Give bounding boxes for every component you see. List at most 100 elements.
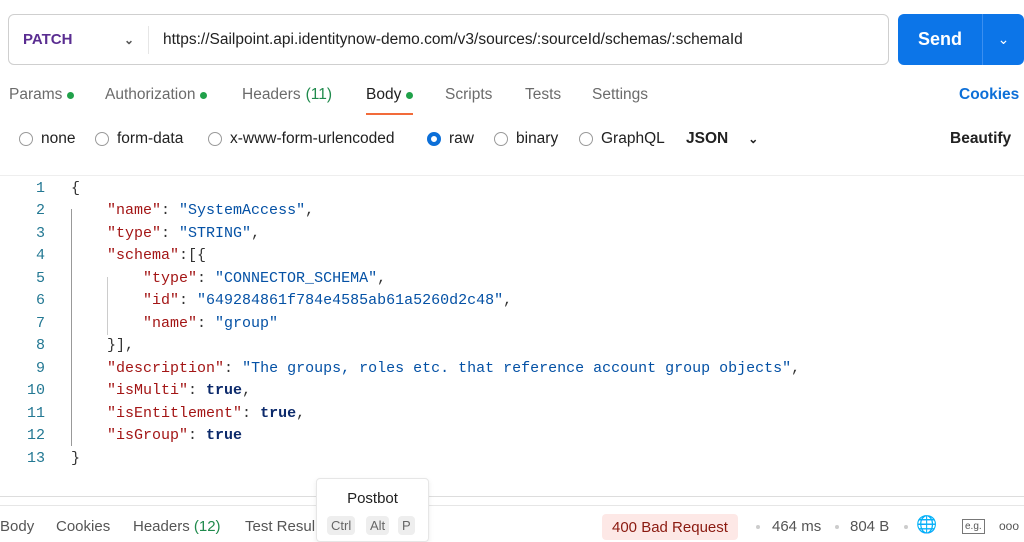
code-token: "schema" [107, 247, 180, 264]
method-select[interactable]: PATCH ⌄ [9, 25, 149, 54]
response-tab-cookies[interactable]: Cookies [56, 518, 110, 535]
code-token: "isGroup" [107, 427, 189, 444]
tab-authorization[interactable]: Authorization [105, 86, 208, 104]
format-select[interactable]: JSON ⌄ [686, 130, 758, 148]
beautify-button[interactable]: Beautify [950, 130, 1011, 148]
line-number: 13 [26, 449, 45, 467]
tab-settings[interactable]: Settings [592, 86, 648, 104]
response-tab-body[interactable]: Body [0, 518, 34, 535]
code-line[interactable]: 3 "type": "STRING", [0, 222, 260, 244]
radio-icon [579, 132, 593, 146]
code-line[interactable]: 13} [0, 447, 80, 469]
code-line[interactable]: 2 "name": "SystemAccess", [0, 200, 314, 222]
code-line[interactable]: 11 "isEntitlement": true, [0, 402, 305, 424]
tab-label: Body [366, 86, 402, 103]
code-text: "schema":[{ [71, 247, 206, 264]
code-text: "type": "CONNECTOR_SCHEMA", [71, 270, 386, 287]
code-token: : [161, 202, 180, 219]
code-text: "description": "The groups, roles etc. t… [71, 360, 800, 377]
code-text: "id": "649284861f784e4585ab61a5260d2c48"… [71, 292, 512, 309]
status-dot [200, 91, 208, 99]
radio-form-data[interactable]: form-data [95, 130, 183, 148]
code-line[interactable]: 12 "isGroup": true [0, 425, 242, 447]
globe-lock-icon[interactable]: 🌐 [916, 515, 937, 535]
option-label: GraphQL [601, 130, 665, 147]
examples-button[interactable]: e.g. [962, 519, 985, 534]
code-token: : [197, 269, 216, 287]
line-number: 5 [35, 269, 45, 287]
code-line[interactable]: 9 "description": "The groups, roles etc.… [0, 357, 800, 379]
code-token: { [71, 179, 81, 197]
code-editor[interactable]: 1{2 "name": "SystemAccess", 3 "type": "ST… [0, 175, 1024, 497]
body-type-options: none form-data x-www-form-urlencoded raw… [0, 130, 1024, 150]
radio-urlencoded[interactable]: x-www-form-urlencoded [208, 130, 395, 148]
code-token: , [791, 359, 801, 377]
code-token: "CONNECTOR_SCHEMA" [215, 269, 378, 287]
tab-label: Tests [525, 86, 562, 103]
tab-body[interactable]: Body [366, 86, 414, 115]
code-token: "id" [143, 292, 180, 309]
code-token: : [179, 292, 198, 309]
separator-dot [835, 525, 839, 529]
code-text: "isEntitlement": true, [71, 405, 305, 422]
status-dot [406, 91, 414, 99]
more-options-icon[interactable]: ooo [999, 519, 1019, 533]
code-line[interactable]: 7 "name": "group" [0, 312, 278, 334]
response-tab-test-results[interactable]: Test Resul [245, 518, 315, 535]
radio-icon [95, 132, 109, 146]
code-token: "SystemAccess" [179, 202, 306, 219]
response-tab-headers[interactable]: Headers (12) [133, 518, 221, 535]
code-line[interactable]: 1{ [0, 177, 80, 199]
status-dot [67, 91, 75, 99]
send-label: Send [917, 29, 962, 49]
radio-binary[interactable]: binary [494, 130, 558, 148]
tab-scripts[interactable]: Scripts [445, 86, 492, 104]
code-token: } [71, 449, 81, 467]
response-time[interactable]: 464 ms [772, 518, 821, 535]
chevron-down-icon[interactable]: ⌄ [982, 14, 1024, 65]
code-line[interactable]: 8 }], [0, 335, 134, 357]
code-token: , [251, 224, 261, 242]
code-token: "name" [143, 314, 198, 332]
radio-raw[interactable]: raw [427, 130, 474, 148]
code-line[interactable]: 10 "isMulti": true, [0, 380, 251, 402]
code-token: "isMulti" [107, 382, 189, 399]
line-number: 9 [35, 359, 45, 377]
response-size[interactable]: 804 B [850, 518, 889, 535]
tab-params[interactable]: Params [9, 86, 75, 104]
tab-count: (12) [193, 518, 221, 535]
code-token: "group" [215, 314, 279, 332]
send-button[interactable]: Send ⌄ [898, 14, 1024, 65]
url-input[interactable]: https://Sailpoint.api.identitynow-demo.c… [149, 31, 743, 49]
code-token: true [206, 382, 243, 399]
code-token: }], [71, 337, 135, 354]
line-number: 11 [26, 404, 45, 422]
status-badge[interactable]: 400 Bad Request [602, 514, 738, 540]
radio-none[interactable]: none [19, 130, 75, 148]
url-bar: PATCH ⌄ https://Sailpoint.api.identityno… [8, 14, 889, 65]
code-token: : [161, 224, 180, 242]
code-token: "STRING" [179, 224, 252, 242]
tab-tests[interactable]: Tests [525, 86, 561, 104]
line-number: 10 [26, 382, 45, 399]
code-text: "isMulti": true, [71, 382, 251, 399]
code-token: "name" [107, 202, 162, 219]
radio-graphql[interactable]: GraphQL [579, 130, 665, 148]
method-label: PATCH [23, 31, 73, 48]
code-token: , [503, 292, 513, 309]
shortcut-key: Alt [366, 516, 390, 535]
code-token: "type" [143, 269, 198, 287]
tab-label: Headers [242, 86, 301, 103]
code-line[interactable]: 6 "id": "649284861f784e4585ab61a5260d2c4… [0, 290, 512, 312]
chevron-down-icon: ⌄ [748, 132, 759, 146]
code-line[interactable]: 4 "schema":[{ [0, 245, 206, 267]
tab-label: Scripts [445, 86, 493, 103]
tab-headers[interactable]: Headers (11) [242, 86, 332, 104]
code-token: , [242, 382, 252, 399]
code-token: , [296, 404, 306, 422]
code-token: , [305, 202, 315, 219]
code-line[interactable]: 5 "type": "CONNECTOR_SCHEMA", [0, 267, 386, 289]
cookies-link[interactable]: Cookies [959, 86, 1019, 104]
